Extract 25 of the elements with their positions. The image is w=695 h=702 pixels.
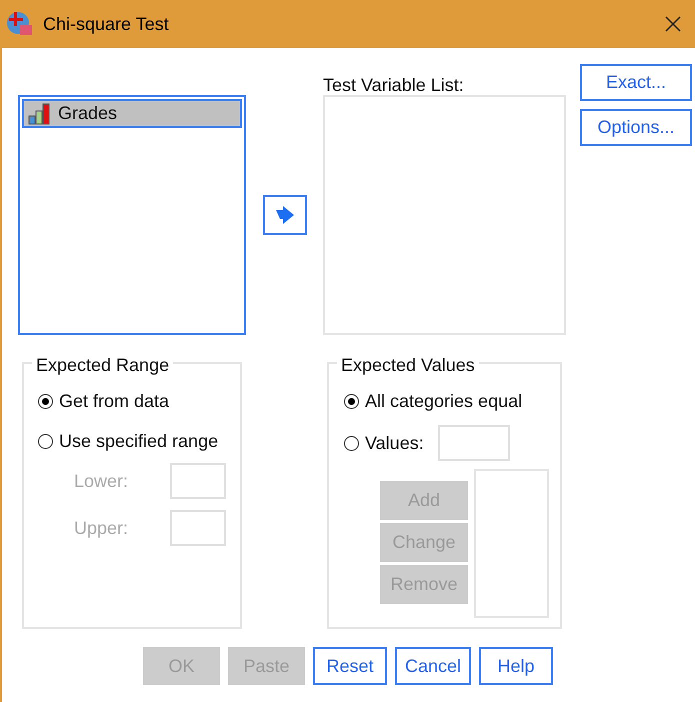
radio-button[interactable] [344,436,359,450]
field-label: Lower: [74,470,130,492]
radio-button[interactable] [344,394,359,409]
arrow-icon [275,206,295,224]
close-icon[interactable] [665,16,681,32]
input-field[interactable] [438,425,510,461]
radio-label: Get from data [59,390,170,413]
dialog-button[interactable]: Options... [580,109,692,146]
list-label: Test Variable List: [323,74,465,95]
radio-button[interactable] [38,394,53,409]
radio-label: Use specified range [59,430,218,453]
window-title: Chi-square Test [43,12,169,36]
bar-chart-icon [28,102,52,124]
dialog-button[interactable]: Help [479,647,554,685]
dialog-button[interactable]: Exact... [580,64,692,101]
move-arrow-button[interactable] [263,195,307,235]
radio-label: Values: [365,432,424,454]
variable-item[interactable]: Grades [22,99,242,128]
source-variable-list[interactable]: Grades [18,95,246,335]
field-label: Upper: [74,516,130,540]
radio-label: All categories equal [365,390,522,413]
radio-button[interactable] [38,434,53,449]
variable-label: Grades [58,102,118,125]
dialog-button[interactable]: Reset [313,647,387,685]
dialog-button[interactable]: Cancel [395,647,472,685]
